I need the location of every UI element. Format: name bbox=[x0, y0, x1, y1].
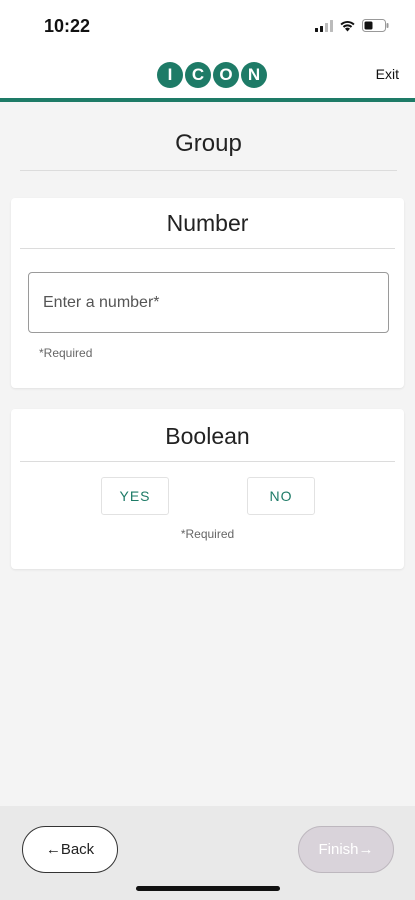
card-divider bbox=[20, 248, 395, 249]
status-icons bbox=[315, 19, 389, 32]
boolean-question-card: Boolean YES NO *Required bbox=[11, 409, 404, 569]
wifi-icon bbox=[340, 20, 355, 31]
logo-letter: C bbox=[185, 62, 211, 88]
card-divider bbox=[20, 461, 395, 462]
number-question-card: Number *Required bbox=[11, 198, 404, 388]
required-note: *Required bbox=[39, 346, 93, 360]
required-note: *Required bbox=[180, 527, 235, 541]
logo-letter: I bbox=[157, 62, 183, 88]
number-input[interactable] bbox=[28, 272, 389, 333]
cellular-signal-icon bbox=[315, 19, 333, 32]
yes-button[interactable]: YES bbox=[101, 477, 169, 515]
battery-icon bbox=[362, 19, 389, 32]
status-time: 10:22 bbox=[44, 16, 91, 36]
home-indicator[interactable] bbox=[136, 886, 280, 891]
finish-button[interactable]: Finish→ bbox=[298, 826, 394, 873]
group-divider bbox=[20, 170, 397, 171]
bottom-nav-bar: ←Back Finish→ bbox=[0, 806, 415, 900]
group-title: Group bbox=[175, 130, 242, 157]
logo-letter: O bbox=[213, 62, 239, 88]
boolean-question-title: Boolean bbox=[165, 423, 250, 449]
number-question-title: Number bbox=[166, 210, 249, 236]
no-button[interactable]: NO bbox=[247, 477, 315, 515]
app-header: I C O N Exit bbox=[0, 56, 415, 102]
logo-letter: N bbox=[241, 62, 267, 88]
status-bar: 10:22 bbox=[0, 0, 415, 56]
exit-link[interactable]: Exit bbox=[376, 66, 399, 82]
icon-logo: I C O N bbox=[157, 62, 267, 88]
back-button[interactable]: ←Back bbox=[22, 826, 118, 873]
